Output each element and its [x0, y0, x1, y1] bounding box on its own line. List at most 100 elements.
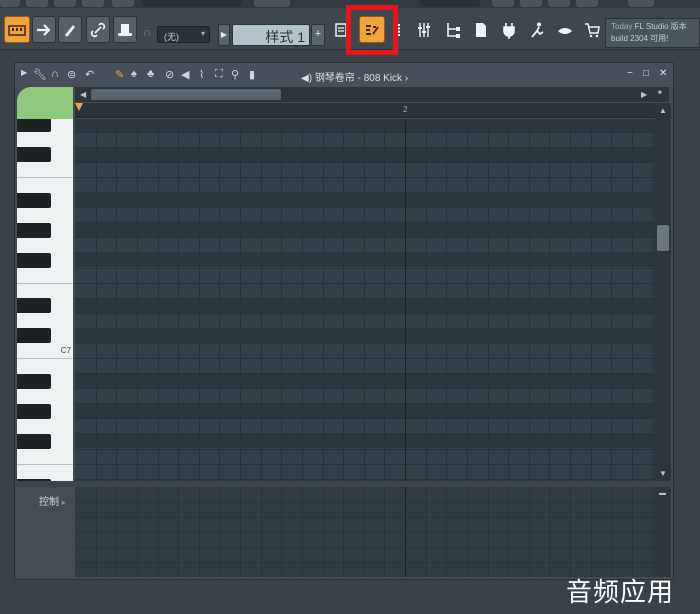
upper-button-fragment[interactable] — [254, 0, 290, 7]
black-key[interactable] — [17, 119, 51, 133]
black-key[interactable] — [17, 222, 51, 238]
piano-roll-corner[interactable] — [17, 87, 73, 119]
upper-button-fragment[interactable] — [82, 0, 104, 7]
scroll-up-icon[interactable]: ▲ — [659, 106, 667, 115]
upper-button-fragment[interactable] — [54, 0, 76, 7]
vertical-scrollbar[interactable]: ▲ ▼ — [655, 103, 671, 481]
paint-brush-alt-icon[interactable]: ♣ — [147, 68, 154, 80]
event-editor-grid[interactable] — [75, 487, 655, 577]
black-key[interactable] — [17, 328, 51, 344]
window-menu-arrow-icon[interactable]: ▶ — [21, 68, 27, 77]
note-grid[interactable] — [75, 119, 655, 481]
select-tool-icon[interactable]: ⛶ — [215, 68, 223, 81]
add-pattern-button[interactable]: + — [311, 24, 325, 46]
upper-button-fragment[interactable] — [548, 0, 570, 7]
timeline-ruler[interactable]: 2 — [75, 103, 655, 118]
tools-button[interactable] — [553, 16, 577, 43]
news-detail: build 2304 可用! — [611, 34, 669, 43]
shop-button[interactable] — [580, 16, 604, 43]
event-control-label[interactable]: 控制 ▸ — [39, 493, 66, 508]
grid-step-line — [611, 119, 613, 481]
upper-button-fragment[interactable] — [26, 0, 48, 7]
grid-row-line — [75, 342, 655, 344]
plugin-button[interactable] — [497, 16, 521, 43]
grid-step-line — [301, 119, 303, 481]
playhead-marker[interactable] — [75, 103, 83, 111]
horizontal-scroll-thumb[interactable] — [91, 89, 281, 100]
minimize-button[interactable]: − — [627, 68, 633, 79]
event-grid-row-line — [75, 502, 655, 503]
paint-brush-icon[interactable]: ♠ — [131, 68, 137, 80]
cart-icon — [585, 22, 600, 37]
typing-keyboard-button[interactable] — [4, 16, 30, 43]
event-editor-scrollbar[interactable]: ▬ — [655, 487, 671, 577]
project-button[interactable] — [469, 16, 493, 43]
zoom-tool-icon[interactable]: ⚲ — [231, 68, 239, 81]
scroll-right-icon[interactable]: ▶ — [641, 90, 647, 99]
mute-tool-icon[interactable]: ◀︎ — [181, 68, 189, 81]
upper-button-fragment[interactable] — [492, 0, 514, 7]
undo-icon[interactable]: ↶ — [85, 68, 94, 81]
grid-row-line — [75, 252, 655, 254]
upper-button-fragment[interactable] — [0, 0, 20, 7]
wrench-icon[interactable]: 🔧︎ — [33, 68, 47, 81]
performance-button[interactable] — [525, 16, 549, 43]
news-today-label: Today — [611, 22, 633, 31]
pencil-tool-icon[interactable]: ✎ — [115, 68, 124, 81]
key-divider — [17, 358, 73, 359]
window-title-text: 钢琴卷帘 - 808 Kick — [314, 73, 403, 84]
step-edit-button[interactable] — [32, 16, 56, 43]
event-grid-row-line — [75, 562, 655, 563]
pattern-name-display[interactable]: 样式 1 — [232, 24, 310, 46]
control-label-text: 控制 — [39, 497, 59, 508]
black-key[interactable] — [17, 373, 51, 389]
grid-step-line — [363, 119, 365, 481]
upper-button-fragment[interactable] — [576, 0, 598, 7]
scroll-end-icon[interactable]: ■ — [658, 90, 662, 96]
upper-button-fragment[interactable] — [520, 0, 542, 7]
upper-button-fragment[interactable] — [628, 0, 654, 7]
vertical-scroll-thumb[interactable] — [657, 225, 669, 251]
title-chevron-icon: › — [404, 73, 409, 84]
grid-step-line — [260, 119, 262, 481]
scroll-down-icon[interactable]: ▼ — [659, 469, 667, 478]
grid-dark-row — [75, 222, 655, 238]
grid-step-line — [116, 119, 118, 481]
piano-keyboard[interactable]: C7C6 — [17, 119, 73, 481]
grid-row-line — [75, 267, 655, 269]
speaker-icon[interactable]: ▮ — [249, 68, 255, 81]
black-key[interactable] — [17, 192, 51, 208]
scroll-left-icon[interactable]: ◀ — [80, 90, 86, 99]
triangle-right-icon: ▶ — [220, 30, 228, 39]
piano-roll-titlebar[interactable]: ▶ 🔧︎ ∩ ⊜ ↶ ✎ ♠ ♣ ⊘ ◀︎ ⌇ ⛶ ⚲ ▮ ◀) 钢琴卷帘 - … — [15, 63, 673, 87]
grid-row-line — [75, 237, 655, 239]
slice-tool-icon[interactable]: ⌇ — [199, 68, 204, 81]
news-panel[interactable]: Today FL Studio 版本 build 2304 可用! — [605, 18, 700, 48]
templates-button[interactable] — [113, 16, 137, 43]
maximize-button[interactable]: □ — [643, 68, 649, 79]
upper-slider-fragment[interactable] — [420, 0, 480, 7]
menu-circle-icon[interactable]: ⊜ — [67, 68, 76, 81]
black-key[interactable] — [17, 147, 51, 163]
grid-row-line — [75, 146, 655, 148]
browser-tree-button[interactable] — [441, 16, 465, 43]
event-scroll-icon[interactable]: ▬ — [659, 490, 666, 497]
upper-button-fragment[interactable] — [112, 0, 134, 7]
close-button[interactable]: ✕ — [659, 68, 667, 79]
mixer-button[interactable] — [412, 16, 436, 43]
hat-icon — [118, 23, 132, 36]
horizontal-scrollbar[interactable]: ◀ ▶ ■ — [75, 87, 669, 102]
window-title: ◀) 钢琴卷帘 - 808 Kick › — [301, 69, 408, 84]
magnet-icon[interactable]: ∩ — [51, 68, 59, 80]
pattern-prev-button[interactable]: ▶ — [218, 24, 230, 46]
pattern-selector[interactable]: (无) ▾ — [157, 26, 210, 43]
black-key[interactable] — [17, 252, 51, 268]
black-key[interactable] — [17, 403, 51, 419]
delete-tool-icon[interactable]: ⊘ — [165, 68, 174, 81]
draw-tool-button[interactable] — [58, 16, 82, 43]
magnet-icon[interactable]: ∩ — [143, 25, 152, 39]
black-key[interactable] — [17, 298, 51, 314]
link-button[interactable] — [86, 16, 110, 43]
black-key[interactable] — [17, 433, 51, 449]
grid-step-line — [425, 119, 427, 481]
